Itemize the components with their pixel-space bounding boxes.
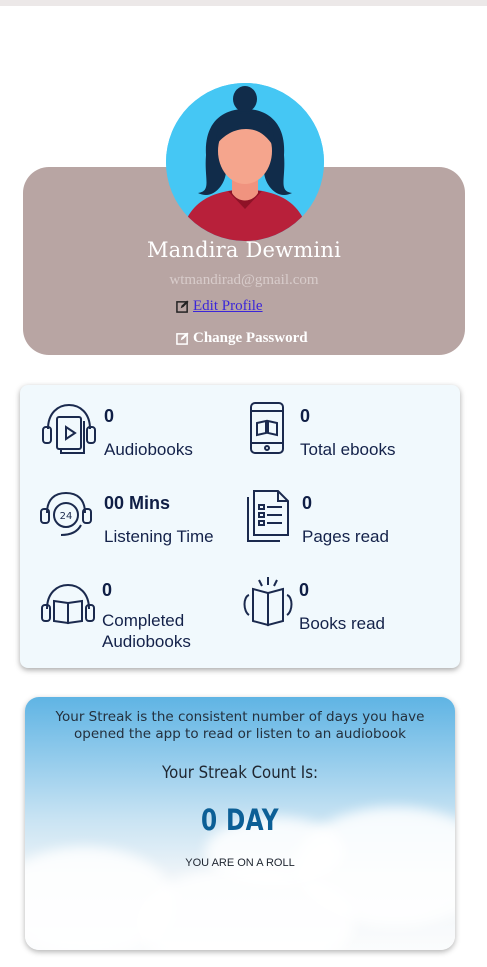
- total-ebooks-value: 0: [300, 406, 311, 426]
- completed-audiobooks-label-line2: Audiobooks: [102, 632, 191, 651]
- edit-icon: [176, 332, 189, 345]
- listening-time-value: 00 Mins: [104, 493, 171, 513]
- woman-avatar-icon: [166, 83, 324, 241]
- change-password-label[interactable]: Change Password: [193, 330, 308, 347]
- profile-name: Mandira Dewmini: [146, 238, 342, 262]
- streak-count: 0 DAY: [200, 803, 279, 837]
- streak-description: Your Streak is the consistent number of …: [55, 709, 425, 742]
- streak-title: Your Streak Count Is:: [161, 763, 319, 783]
- stats-card: 0 Audiobooks 0 Total ebooks 24 00 Mins L…: [20, 385, 460, 668]
- edit-icon: [176, 300, 189, 313]
- listening-time-label: Listening Time: [104, 527, 214, 546]
- headphone-open-book-icon: [39, 577, 97, 635]
- books-read-label: Books read: [299, 614, 385, 633]
- books-read-value: 0: [299, 580, 310, 600]
- completed-audiobooks-label-line1: Completed: [102, 611, 185, 630]
- document-pages-icon: [242, 487, 300, 545]
- audiobooks-value: 0: [104, 406, 115, 426]
- profile-email: wtmandirad@gmail.com: [169, 272, 319, 288]
- top-strip: [0, 0, 487, 6]
- edit-profile-label[interactable]: Edit Profile: [193, 298, 263, 315]
- open-book-read-icon: [239, 571, 297, 629]
- edit-profile-link[interactable]: Edit Profile: [176, 298, 263, 315]
- completed-audiobooks-value: 0: [102, 580, 113, 600]
- headset-24h-icon: 24: [37, 485, 95, 543]
- streak-card: Your Streak is the consistent number of …: [25, 697, 455, 950]
- svg-text:24: 24: [60, 511, 73, 522]
- total-ebooks-label: Total ebooks: [300, 440, 396, 459]
- pages-read-value: 0: [302, 493, 313, 513]
- audiobooks-label: Audiobooks: [104, 440, 193, 459]
- tablet-book-icon: [241, 401, 299, 459]
- pages-read-label: Pages read: [302, 527, 389, 546]
- headphone-book-icon: [40, 399, 98, 457]
- streak-message: YOU ARE ON A ROLL: [185, 857, 295, 869]
- change-password-link[interactable]: Change Password: [176, 330, 308, 347]
